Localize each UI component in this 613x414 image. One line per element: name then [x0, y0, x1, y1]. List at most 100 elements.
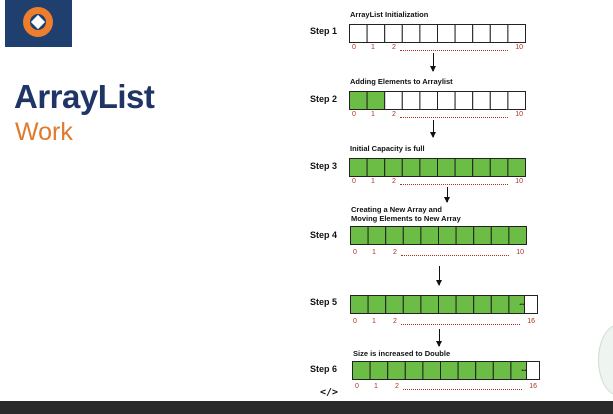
filled-cell: [422, 361, 442, 380]
filled-cell: [507, 158, 526, 177]
filled-cell: [508, 226, 527, 245]
array-row: [350, 226, 527, 245]
step-label: Step 2: [310, 94, 338, 104]
filled-cell: [454, 158, 474, 177]
step-caption: Creating a New Array and Moving Elements …: [351, 205, 461, 223]
index-label: 0: [355, 383, 359, 390]
index-label: 0: [352, 111, 356, 118]
filled-cell: [438, 226, 457, 245]
empty-cell: [384, 91, 403, 110]
step-label: Step 6: [310, 364, 338, 374]
empty-cell: [472, 91, 491, 110]
filled-cell: [455, 295, 475, 314]
code-icon: </>: [320, 387, 339, 398]
filled-cell: [367, 295, 387, 314]
step-caption: Initial Capacity is full: [350, 144, 425, 153]
step-caption: Size is increased to Double: [353, 349, 451, 358]
empty-cell: [489, 24, 509, 43]
array-row: •••••••: [350, 295, 538, 314]
filled-cell: [402, 226, 422, 245]
step-label: Step 5: [310, 297, 338, 307]
filled-cell: [492, 361, 512, 380]
filled-cell: [350, 295, 369, 314]
empty-cell: [349, 24, 368, 43]
index-label: 2: [395, 383, 399, 390]
index-label: 0: [353, 249, 357, 256]
down-arrow-icon: [444, 187, 450, 203]
filled-cell: [404, 361, 424, 380]
filled-cell: [473, 226, 492, 245]
filled-cell: [369, 361, 389, 380]
filled-cell: [349, 158, 368, 177]
empty-cell: [401, 24, 421, 43]
capacity-label: 10: [515, 178, 523, 185]
step-caption: ArrayList Initialization: [350, 10, 429, 19]
index-dots: [403, 389, 522, 390]
filled-cell: [420, 226, 440, 245]
filled-cell: [490, 295, 510, 314]
filled-cell: [401, 158, 421, 177]
capacity-label: 10: [515, 44, 523, 51]
empty-cell: [419, 24, 439, 43]
filled-cell: [349, 91, 368, 110]
logo: [5, 0, 72, 47]
filled-cell: [367, 226, 387, 245]
filled-cell: [384, 158, 403, 177]
filled-cell: [489, 158, 509, 177]
index-dots: [400, 184, 508, 185]
down-arrow-icon: [430, 53, 436, 72]
empty-cell: [526, 361, 540, 380]
filled-cell: [490, 226, 510, 245]
empty-cell: [384, 24, 403, 43]
filled-cell: [437, 158, 456, 177]
filled-cell: [366, 91, 386, 110]
index-label: 2: [392, 178, 396, 185]
filled-cell: [457, 361, 477, 380]
filled-cell: [438, 295, 457, 314]
index-label: 0: [352, 178, 356, 185]
filled-cell: [473, 295, 492, 314]
filled-cell: [419, 158, 439, 177]
index-dots: [400, 50, 508, 51]
index-label: 0: [352, 44, 356, 51]
index-label: 2: [392, 44, 396, 51]
empty-cell: [489, 91, 509, 110]
slide-title: ArrayList: [14, 78, 155, 115]
down-arrow-icon: [436, 329, 442, 347]
empty-cell: [366, 24, 386, 43]
index-label: 1: [371, 111, 375, 118]
empty-cell: [507, 24, 526, 43]
decorative-circle: [598, 324, 613, 396]
empty-cell: [507, 91, 526, 110]
index-label: 2: [393, 318, 397, 325]
empty-cell: [437, 24, 456, 43]
filled-cell: [352, 361, 371, 380]
index-label: 1: [372, 318, 376, 325]
empty-cell: [524, 295, 538, 314]
capacity-label: 16: [529, 383, 537, 390]
array-row: [349, 91, 526, 110]
step-caption: Adding Elements to Arraylist: [350, 77, 453, 86]
slide-subtitle: Work: [15, 118, 73, 146]
bottom-bar: [0, 401, 613, 414]
index-label: 1: [374, 383, 378, 390]
filled-cell: [472, 158, 491, 177]
empty-cell: [472, 24, 491, 43]
capacity-label: 10: [515, 111, 523, 118]
index-label: 1: [371, 178, 375, 185]
step-label: Step 3: [310, 161, 338, 171]
filled-cell: [402, 295, 422, 314]
down-arrow-icon: [436, 266, 442, 286]
array-row: •••••••: [352, 361, 540, 380]
step-label: Step 4: [310, 230, 338, 240]
down-arrow-icon: [430, 120, 436, 138]
index-label: 1: [372, 249, 376, 256]
capacity-label: 10: [516, 249, 524, 256]
empty-cell: [401, 91, 421, 110]
empty-cell: [454, 91, 474, 110]
slide: ArrayList Work Step 1 ArrayList Initializ…: [0, 0, 613, 414]
index-label: 2: [392, 111, 396, 118]
step-label: Step 1: [310, 26, 338, 36]
empty-cell: [419, 91, 439, 110]
filled-cell: [440, 361, 459, 380]
